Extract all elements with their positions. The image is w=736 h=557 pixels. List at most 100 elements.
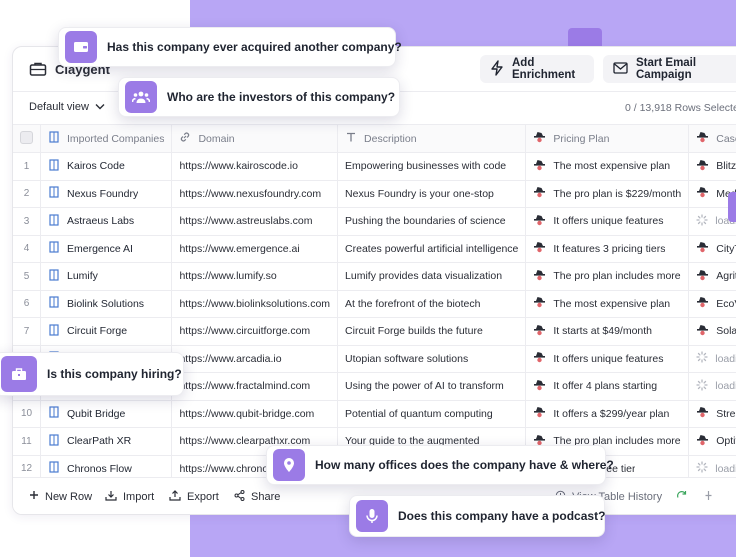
table-row[interactable]: 4 Emergence AI https://www.emergence.ai Cre… bbox=[13, 235, 736, 263]
question-text: Has this company ever acquired another c… bbox=[107, 40, 402, 54]
company-cell[interactable]: Kairos Code bbox=[40, 152, 173, 181]
case-study-cell[interactable]: Optiflow bbox=[688, 427, 736, 456]
table-row[interactable]: 3 Astraeus Labs https://www.astreuslabs.co… bbox=[13, 207, 736, 236]
location-pin-icon bbox=[273, 449, 305, 481]
row-number: 10 bbox=[13, 400, 41, 428]
pricing-cell[interactable]: It offer 4 plans starting bbox=[525, 372, 690, 401]
domain-cell[interactable]: https://www.biolinksolutions.com bbox=[171, 290, 339, 318]
domain-cell[interactable]: https://www.circuitforge.com bbox=[171, 317, 339, 346]
column-header-label: Description bbox=[364, 132, 417, 145]
company-cell[interactable]: Emergence AI bbox=[40, 235, 173, 263]
description-cell[interactable]: Utopian software solutions bbox=[337, 345, 527, 373]
refresh-button[interactable] bbox=[676, 490, 687, 504]
question-bubble-acquired[interactable]: Has this company ever acquired another c… bbox=[58, 27, 402, 67]
case-study-cell[interactable]: Agritech Innovations bbox=[688, 262, 736, 291]
case-study-cell[interactable]: Blitz Delivery, FinTech bbox=[688, 152, 736, 181]
table-row[interactable]: 10 Qubit Bridge https://www.qubit-bridge.c… bbox=[13, 400, 736, 428]
pricing-cell[interactable]: The pro plan includes more bbox=[525, 262, 690, 291]
column-header-case-study[interactable]: Case Study bbox=[688, 125, 736, 153]
question-bubble-podcast[interactable]: Does this company have a podcast? bbox=[349, 495, 605, 537]
export-button[interactable]: Export bbox=[169, 490, 219, 504]
pricing-cell[interactable]: It starts at $49/month bbox=[525, 317, 690, 346]
company-cell[interactable]: ClearPath XR bbox=[40, 427, 173, 456]
domain-text: https://www.circuitforge.com bbox=[179, 325, 311, 338]
column-header-label: Pricing Plan bbox=[553, 132, 610, 145]
domain-cell[interactable]: https://www.arcadia.io bbox=[171, 345, 339, 373]
start-email-campaign-button[interactable]: Start Email Campaign bbox=[603, 55, 736, 83]
case-study-text: SolarX Energy bbox=[716, 325, 736, 338]
case-study-cell[interactable]: loading ... bbox=[688, 345, 736, 373]
pricing-cell[interactable]: The most expensive plan bbox=[525, 152, 690, 181]
column-header-pricing[interactable]: Pricing Plan bbox=[525, 125, 690, 153]
table-row[interactable]: 7 Circuit Forge https://www.circuitforge.c… bbox=[13, 317, 736, 346]
company-cell[interactable]: Astraeus Labs bbox=[40, 207, 173, 236]
add-enrichment-label: Add Enrichment bbox=[512, 57, 576, 81]
share-button[interactable]: Share bbox=[234, 490, 280, 504]
description-cell[interactable]: Empowering businesses with code bbox=[337, 152, 527, 181]
select-all-header[interactable] bbox=[13, 125, 41, 153]
case-study-cell[interactable]: CityTransit, GreenEnergy bbox=[688, 235, 736, 263]
domain-cell[interactable]: https://www.emergence.ai bbox=[171, 235, 339, 263]
company-cell[interactable]: Lumify bbox=[40, 262, 173, 291]
pricing-cell[interactable]: It offers unique features bbox=[525, 207, 690, 236]
description-cell[interactable]: Creates powerful artificial intelligence bbox=[337, 235, 527, 263]
building-icon bbox=[48, 269, 60, 284]
pricing-cell[interactable]: The pro plan is $229/month bbox=[525, 180, 690, 208]
pricing-cell[interactable]: It offers a $299/year plan bbox=[525, 400, 690, 428]
import-label: Import bbox=[123, 491, 155, 503]
table-row[interactable]: 2 Nexus Foundry https://www.nexusfoundry.c… bbox=[13, 180, 736, 208]
description-cell[interactable]: At the forefront of the biotech bbox=[337, 290, 527, 318]
description-text: Empowering businesses with code bbox=[345, 160, 507, 173]
case-study-cell[interactable]: EcoVision bbox=[688, 290, 736, 318]
case-study-text: CityTransit, GreenEnergy bbox=[716, 242, 736, 255]
description-cell[interactable]: Circuit Forge builds the future bbox=[337, 317, 527, 346]
table-row[interactable]: 1 Kairos Code https://www.kairoscode.io Emp… bbox=[13, 152, 736, 181]
company-cell[interactable]: Qubit Bridge bbox=[40, 400, 173, 428]
company-name: ClearPath XR bbox=[67, 435, 132, 448]
description-cell[interactable]: Potential of quantum computing bbox=[337, 400, 527, 428]
case-study-cell[interactable]: SolarX Energy bbox=[688, 317, 736, 346]
question-bubble-offices[interactable]: How many offices does the company have &… bbox=[266, 445, 614, 485]
domain-cell[interactable]: https://www.nexusfoundry.com bbox=[171, 180, 339, 208]
agent-hat-icon bbox=[533, 241, 546, 256]
domain-cell[interactable]: https://www.lumify.so bbox=[171, 262, 339, 291]
description-cell[interactable]: Using the power of AI to transform bbox=[337, 372, 527, 401]
new-row-button[interactable]: New Row bbox=[29, 490, 92, 503]
pricing-cell[interactable]: It offers unique features bbox=[525, 345, 690, 373]
case-study-cell[interactable]: Streamline, Covalent bbox=[688, 400, 736, 428]
view-selector[interactable]: Default view bbox=[29, 101, 105, 113]
agent-hat-icon bbox=[696, 434, 709, 449]
company-cell[interactable]: Circuit Forge bbox=[40, 317, 173, 346]
pricing-cell[interactable]: The most expensive plan bbox=[525, 290, 690, 318]
table-row[interactable]: 6 Biolink Solutions https://www.biolinksol… bbox=[13, 290, 736, 318]
domain-cell[interactable]: https://www.kairoscode.io bbox=[171, 152, 339, 181]
add-enrichment-button[interactable]: Add Enrichment bbox=[480, 55, 594, 83]
agent-hat-icon bbox=[696, 131, 709, 146]
select-all-checkbox[interactable] bbox=[20, 130, 33, 144]
description-cell[interactable]: Pushing the boundaries of science bbox=[337, 207, 527, 236]
question-text: Does this company have a podcast? bbox=[398, 509, 606, 523]
building-icon bbox=[48, 186, 60, 201]
description-cell[interactable]: Lumify provides data visualization bbox=[337, 262, 527, 291]
pricing-cell[interactable]: It features 3 pricing tiers bbox=[525, 235, 690, 263]
import-button[interactable]: Import bbox=[105, 490, 154, 504]
case-study-text: Optiflow bbox=[716, 435, 736, 448]
column-header-description[interactable]: Description bbox=[337, 125, 527, 153]
settings-button[interactable] bbox=[703, 490, 714, 504]
company-cell[interactable]: Biolink Solutions bbox=[40, 290, 173, 318]
question-bubble-investors[interactable]: Who are the investors of this company? bbox=[118, 77, 400, 117]
column-header-domain[interactable]: Domain bbox=[171, 125, 339, 153]
case-study-cell[interactable]: loading ... bbox=[688, 372, 736, 401]
column-header-companies[interactable]: Imported Companies bbox=[40, 125, 173, 153]
question-bubble-hiring[interactable]: Is this company hiring? bbox=[0, 352, 184, 396]
table-row[interactable]: 5 Lumify https://www.lumify.so Lumify provi… bbox=[13, 262, 736, 291]
domain-cell[interactable]: https://www.astreuslabs.com bbox=[171, 207, 339, 236]
description-cell[interactable]: Nexus Foundry is your one-stop bbox=[337, 180, 527, 208]
description-text: Lumify provides data visualization bbox=[345, 270, 503, 283]
domain-cell[interactable]: https://www.qubit-bridge.com bbox=[171, 400, 339, 428]
domain-text: https://www.lumify.so bbox=[179, 270, 277, 283]
agent-hat-icon bbox=[696, 186, 709, 201]
domain-cell[interactable]: https://www.fractalmind.com bbox=[171, 372, 339, 401]
company-cell[interactable]: Nexus Foundry bbox=[40, 180, 173, 208]
company-name: Lumify bbox=[67, 270, 98, 283]
